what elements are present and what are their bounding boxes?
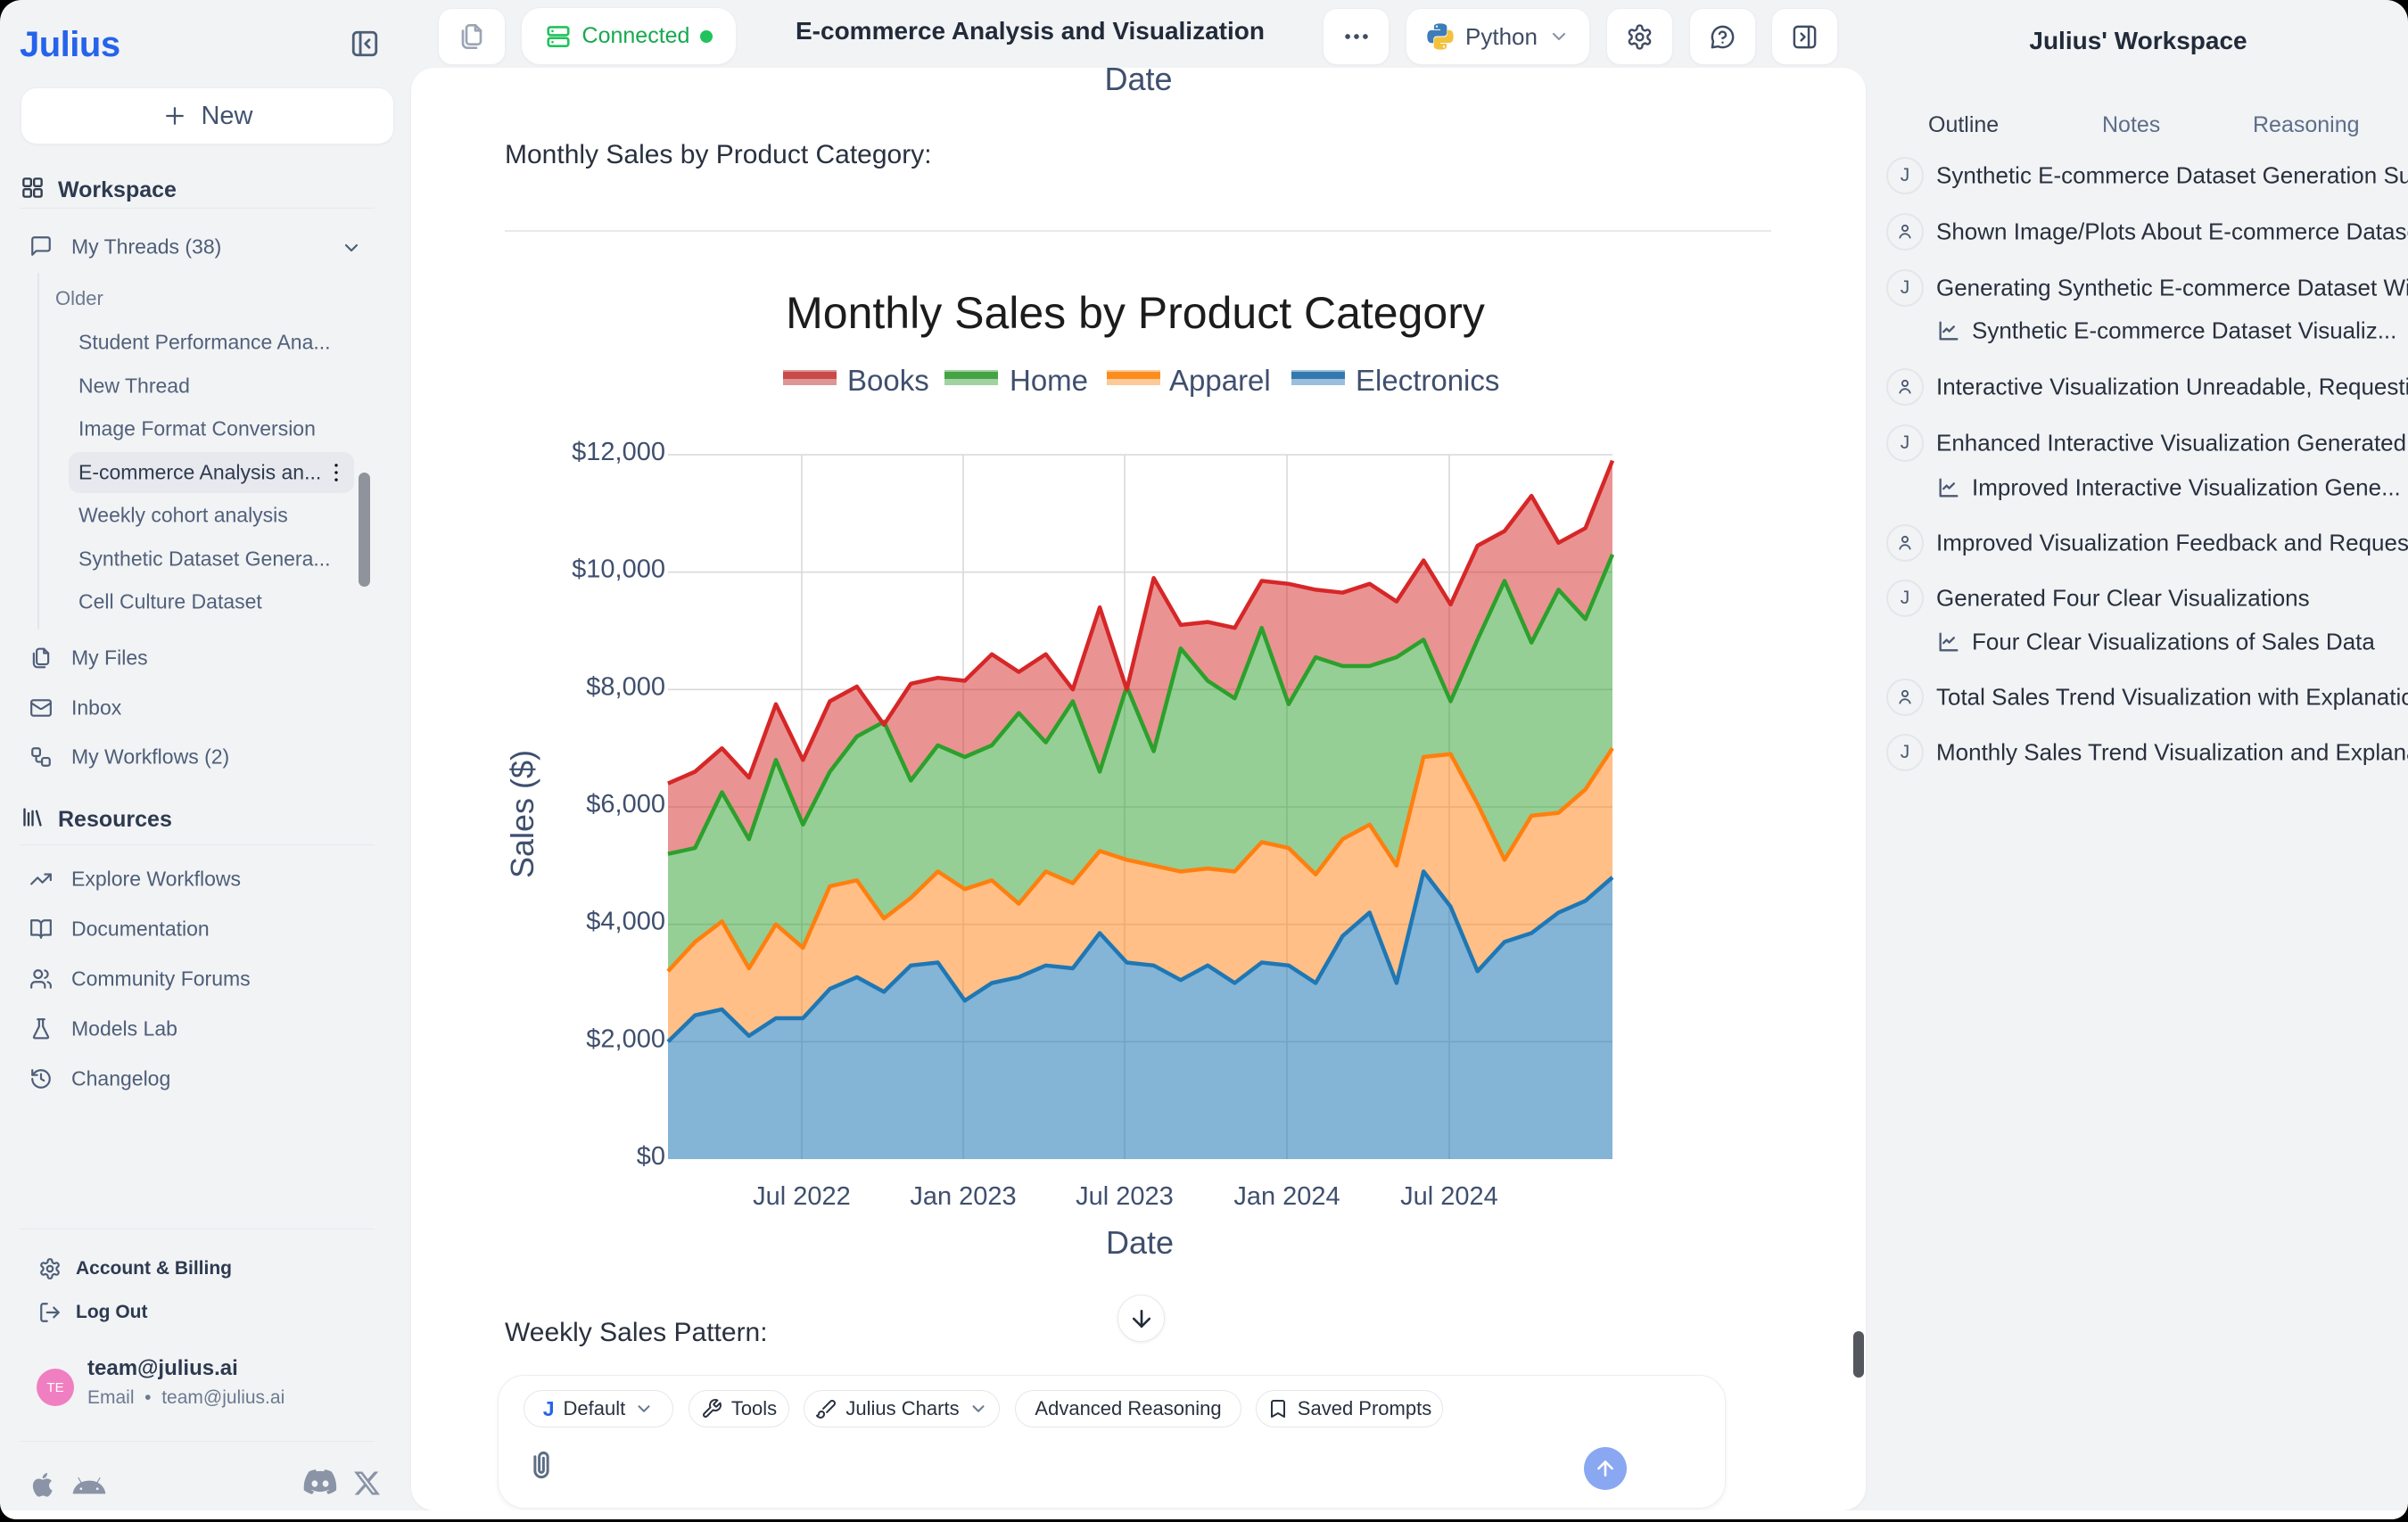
svg-text:Home: Home bbox=[1010, 364, 1088, 397]
svg-text:Sales ($): Sales ($) bbox=[504, 750, 540, 878]
svg-text:Apparel: Apparel bbox=[1169, 364, 1271, 397]
svg-text:Books: Books bbox=[847, 364, 929, 397]
svg-text:Jul 2022: Jul 2022 bbox=[753, 1182, 851, 1211]
svg-text:Monthly Sales by Product Categ: Monthly Sales by Product Category bbox=[786, 288, 1485, 338]
svg-text:$12,000: $12,000 bbox=[572, 438, 665, 466]
svg-text:Jul 2023: Jul 2023 bbox=[1076, 1182, 1174, 1211]
svg-text:$8,000: $8,000 bbox=[586, 672, 665, 701]
svg-text:$6,000: $6,000 bbox=[586, 790, 665, 819]
svg-text:$4,000: $4,000 bbox=[586, 908, 665, 936]
svg-text:$0: $0 bbox=[637, 1142, 665, 1171]
svg-text:Date: Date bbox=[1106, 1224, 1174, 1261]
svg-text:Jan 2024: Jan 2024 bbox=[1233, 1182, 1340, 1211]
svg-text:Jan 2023: Jan 2023 bbox=[910, 1182, 1016, 1211]
svg-text:$2,000: $2,000 bbox=[586, 1024, 665, 1053]
svg-text:Electronics: Electronics bbox=[1356, 364, 1499, 397]
svg-text:Jul 2024: Jul 2024 bbox=[1400, 1182, 1498, 1211]
svg-text:$10,000: $10,000 bbox=[572, 555, 665, 584]
